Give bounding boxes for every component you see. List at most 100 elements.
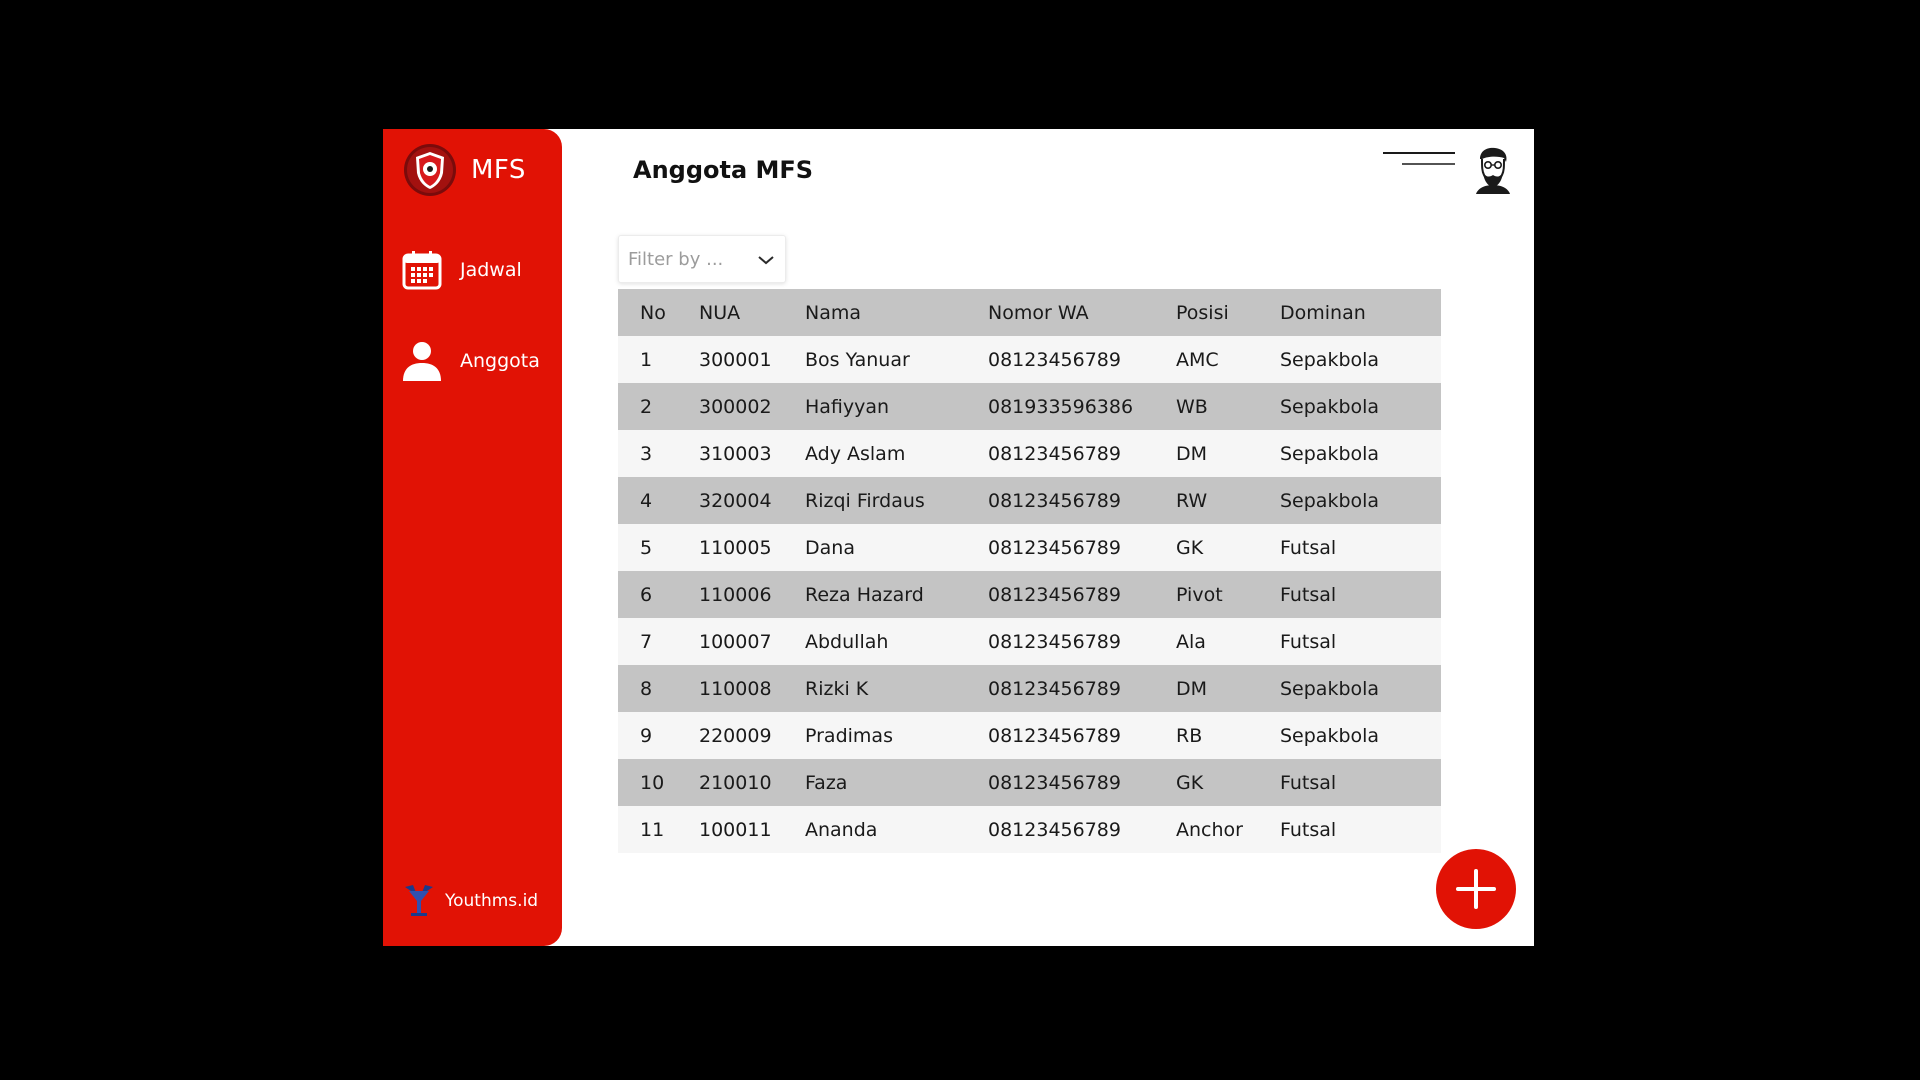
filter-dropdown[interactable]: Filter by ...: [618, 235, 786, 283]
cell-nama: Abdullah: [805, 630, 889, 653]
table-row[interactable]: 9 220009 Pradimas 08123456789 RB Sepakbo…: [618, 712, 1441, 759]
filter-placeholder: Filter by ...: [628, 248, 724, 270]
cell-nomor-wa: 08123456789: [988, 818, 1121, 841]
cell-posisi: Pivot: [1176, 583, 1223, 606]
cell-dominan: Sepakbola: [1280, 348, 1380, 371]
club-shield-logo: [404, 144, 456, 196]
table-row[interactable]: 4 320004 Rizqi Firdaus 08123456789 RW Se…: [618, 477, 1441, 524]
cell-nama: Rizqi Firdaus: [805, 489, 925, 512]
cell-nama: Ananda: [805, 818, 878, 841]
cell-no: 7: [640, 630, 653, 653]
cell-nama: Bos Yanuar: [805, 348, 910, 371]
cell-nua: 100007: [699, 630, 772, 653]
sidebar-item-label: Jadwal: [460, 259, 522, 281]
column-header-nama[interactable]: Nama: [805, 289, 988, 336]
cell-no: 3: [640, 442, 653, 465]
cell-nama: Pradimas: [805, 724, 893, 747]
cell-no: 4: [640, 489, 653, 512]
cell-dominan: Sepakbola: [1280, 442, 1380, 465]
column-header-nomor-wa[interactable]: Nomor WA: [988, 289, 1176, 336]
cell-no: 8: [640, 677, 653, 700]
table-row[interactable]: 2 300002 Hafiyyan 081933596386 WB Sepakb…: [618, 383, 1441, 430]
cell-posisi: RB: [1176, 724, 1203, 747]
cell-nua: 310003: [699, 442, 772, 465]
chevron-down-icon: [758, 256, 774, 265]
cell-posisi: AMC: [1176, 348, 1219, 371]
cell-no: 9: [640, 724, 653, 747]
cell-nama: Rizki K: [805, 677, 869, 700]
cell-nomor-wa: 08123456789: [988, 536, 1121, 559]
cell-dominan: Sepakbola: [1280, 395, 1380, 418]
cell-nua: 300001: [699, 348, 772, 371]
cell-no: 11: [640, 818, 665, 841]
cell-posisi: RW: [1176, 489, 1208, 512]
column-header-nua[interactable]: NUA: [699, 289, 805, 336]
cell-no: 1: [640, 348, 653, 371]
add-member-button[interactable]: [1436, 849, 1516, 929]
cell-posisi: GK: [1176, 536, 1204, 559]
cell-nomor-wa: 08123456789: [988, 489, 1121, 512]
sidebar-item-anggota[interactable]: Anggota: [401, 340, 540, 382]
cell-posisi: DM: [1176, 442, 1208, 465]
cell-nomor-wa: 08123456789: [988, 630, 1121, 653]
footer-label: Youthms.id: [445, 891, 539, 911]
table-row[interactable]: 1 300001 Bos Yanuar 08123456789 AMC Sepa…: [618, 336, 1441, 383]
table-row[interactable]: 7 100007 Abdullah 08123456789 Ala Futsal: [618, 618, 1441, 665]
cell-nua: 300002: [699, 395, 772, 418]
cell-nomor-wa: 08123456789: [988, 583, 1121, 606]
bearded-man-avatar-icon[interactable]: [1468, 145, 1518, 195]
cell-no: 10: [640, 771, 665, 794]
app-window: MFS Jadwal Anggota Youthms.id Anggota MF…: [383, 129, 1534, 946]
cell-nomor-wa: 08123456789: [988, 771, 1121, 794]
table-row[interactable]: 6 110006 Reza Hazard 08123456789 Pivot F…: [618, 571, 1441, 618]
youthms-logo-icon: [405, 885, 433, 916]
table-row[interactable]: 3 310003 Ady Aslam 08123456789 DM Sepakb…: [618, 430, 1441, 477]
brand-name: MFS: [471, 155, 526, 185]
cell-no: 6: [640, 583, 653, 606]
cell-nomor-wa: 081933596386: [988, 395, 1134, 418]
cell-nua: 320004: [699, 489, 772, 512]
page-title: Anggota MFS: [633, 156, 814, 184]
plus-icon: [1456, 869, 1496, 909]
cell-nua: 100011: [699, 818, 772, 841]
column-header-dominan[interactable]: Dominan: [1280, 289, 1441, 336]
table-row[interactable]: 8 110008 Rizki K 08123456789 DM Sepakbol…: [618, 665, 1441, 712]
cell-dominan: Sepakbola: [1280, 677, 1380, 700]
cell-nua: 110006: [699, 583, 772, 606]
cell-dominan: Futsal: [1280, 771, 1337, 794]
menu-lines-icon[interactable]: [1380, 149, 1458, 171]
cell-posisi: GK: [1176, 771, 1204, 794]
table-row[interactable]: 10 210010 Faza 08123456789 GK Futsal: [618, 759, 1441, 806]
cell-nama: Reza Hazard: [805, 583, 924, 606]
cell-nomor-wa: 08123456789: [988, 677, 1121, 700]
cell-nua: 110008: [699, 677, 772, 700]
column-header-posisi[interactable]: Posisi: [1176, 289, 1280, 336]
brand[interactable]: MFS: [403, 143, 526, 197]
cell-no: 2: [640, 395, 653, 418]
cell-no: 5: [640, 536, 653, 559]
calendar-icon: [402, 251, 442, 290]
cell-nomor-wa: 08123456789: [988, 442, 1121, 465]
table-row[interactable]: 11 100011 Ananda 08123456789 Anchor Futs…: [618, 806, 1441, 853]
cell-nama: Faza: [805, 771, 848, 794]
cell-nama: Hafiyyan: [805, 395, 890, 418]
members-table: No NUA Nama Nomor WA Posisi Dominan 1 30…: [618, 289, 1441, 853]
footer-brand[interactable]: Youthms.id: [403, 883, 538, 919]
cell-nua: 110005: [699, 536, 772, 559]
cell-dominan: Futsal: [1280, 630, 1337, 653]
column-header-no[interactable]: No: [618, 289, 699, 336]
sidebar: MFS Jadwal Anggota Youthms.id: [383, 129, 562, 946]
cell-dominan: Futsal: [1280, 583, 1337, 606]
table-row[interactable]: 5 110005 Dana 08123456789 GK Futsal: [618, 524, 1441, 571]
cell-nua: 210010: [699, 771, 772, 794]
cell-posisi: Anchor: [1176, 818, 1243, 841]
sidebar-item-label: Anggota: [460, 350, 540, 372]
cell-nomor-wa: 08123456789: [988, 348, 1121, 371]
sidebar-item-jadwal[interactable]: Jadwal: [401, 249, 522, 291]
cell-nua: 220009: [699, 724, 772, 747]
cell-dominan: Sepakbola: [1280, 724, 1380, 747]
cell-posisi: Ala: [1176, 630, 1206, 653]
cell-nomor-wa: 08123456789: [988, 724, 1121, 747]
user-icon: [403, 342, 441, 381]
cell-dominan: Futsal: [1280, 818, 1337, 841]
